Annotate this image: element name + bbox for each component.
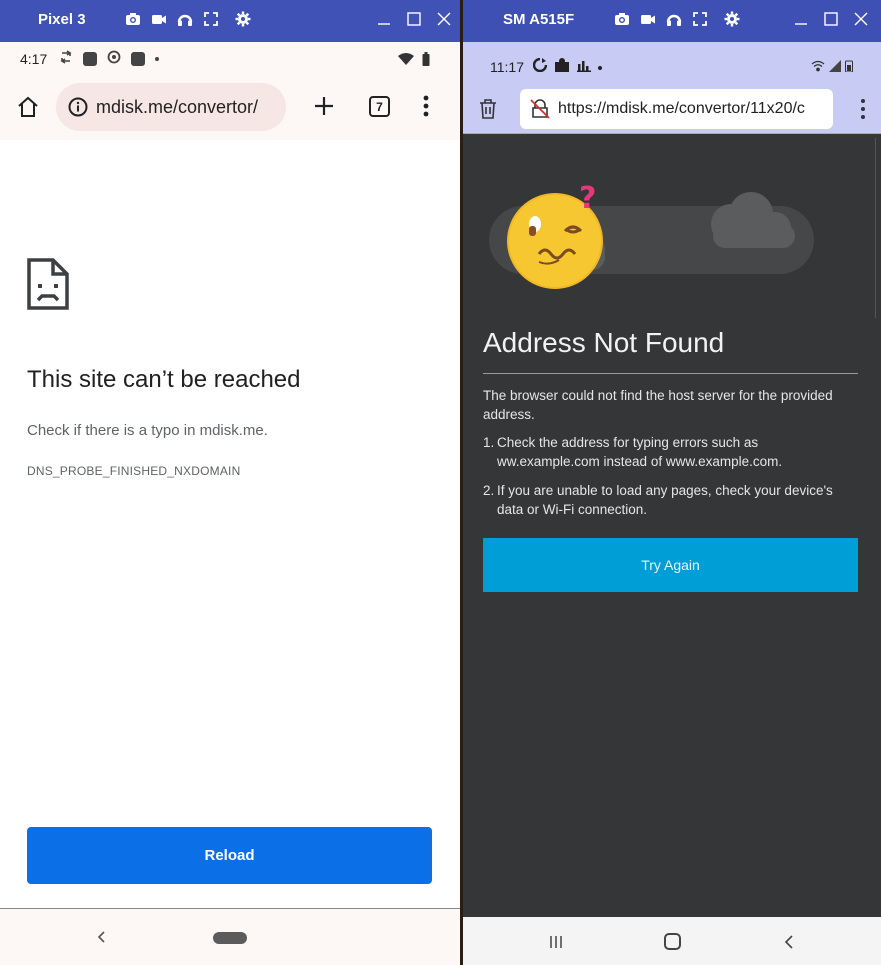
error-title: Address Not Found <box>483 327 725 358</box>
error-title: This site can’t be reached <box>27 366 301 393</box>
samsung-device-window: SM A515F 11:17 https://mdisk.me/converto… <box>463 0 881 965</box>
info-icon[interactable] <box>68 97 88 117</box>
error-code[interactable]: DNS_PROBE_FINISHED_NXDOMAIN <box>27 464 240 478</box>
status-right-icons <box>398 52 430 71</box>
status-time: 11:17 <box>490 59 524 75</box>
suggestion-item: 1. Check the address for typing errors s… <box>483 433 858 471</box>
new-tab-plus-icon[interactable] <box>312 94 336 118</box>
window-controls <box>793 8 869 30</box>
fullscreen-icon[interactable] <box>691 10 708 27</box>
camera-icon[interactable] <box>124 10 141 27</box>
suggestion-text: Check the address for typing errors such… <box>497 435 783 469</box>
error-page: This site can’t be reached Check if ther… <box>0 140 460 908</box>
battery-icon <box>422 52 430 71</box>
delete-data-icon[interactable] <box>478 98 498 120</box>
chrome-toolbar: mdisk.me/convertor/ 7 <box>0 76 460 140</box>
device-name: SM A515F <box>503 11 575 28</box>
window-controls <box>376 8 452 30</box>
close-icon[interactable] <box>436 8 452 30</box>
android-status-bar: 4:17 <box>0 42 460 76</box>
svg-text:?: ? <box>579 184 596 216</box>
suggestion-number: 2. <box>483 483 495 498</box>
overflow-menu-icon[interactable] <box>420 93 432 119</box>
android-status-bar: 11:17 <box>463 42 881 88</box>
confused-emoji-clouds-illustration: ? <box>489 184 814 289</box>
suggestion-number: 1. <box>483 435 495 450</box>
sad-page-icon <box>27 258 69 310</box>
sync-icon <box>59 49 73 69</box>
error-description: The browser could not find the host serv… <box>483 388 833 422</box>
app-notification-icon <box>83 52 98 66</box>
try-again-button[interactable]: Try Again <box>483 538 858 592</box>
page-scrollbar[interactable] <box>875 138 881 318</box>
url-text[interactable]: mdisk.me/convertor/ <box>96 97 258 118</box>
video-record-icon[interactable] <box>150 10 167 27</box>
desktop: Pixel 3 4:17 mdisk.me/convertor/ 7 This … <box>0 0 881 965</box>
url-text[interactable]: https://mdisk.me/convertor/11x20/c <box>558 100 805 118</box>
video-record-icon[interactable] <box>639 10 656 27</box>
more-notifications-dot <box>598 65 602 70</box>
error-page: ? Address Not Found The browser could no… <box>463 134 881 916</box>
wifi-icon <box>398 52 414 71</box>
headphones-icon[interactable] <box>176 10 193 27</box>
maximize-icon[interactable] <box>823 8 839 30</box>
app-icon <box>554 58 570 77</box>
settings-gear-icon[interactable] <box>723 10 740 27</box>
status-time: 4:17 <box>20 51 48 67</box>
suggestion-text: If you are unable to load any pages, che… <box>497 483 833 517</box>
back-icon[interactable] <box>783 933 795 951</box>
maximize-icon[interactable] <box>406 8 422 30</box>
close-icon[interactable] <box>853 8 869 30</box>
home-gesture-pill[interactable] <box>213 932 247 944</box>
pixel3-emulator-window: Pixel 3 4:17 mdisk.me/convertor/ 7 This … <box>0 0 460 965</box>
emulator-tools <box>124 10 251 27</box>
emulator-title-bar[interactable]: Pixel 3 <box>0 0 460 42</box>
android-nav-bar <box>463 917 881 965</box>
signal-icon <box>829 59 841 77</box>
address-bar[interactable]: https://mdisk.me/convertor/11x20/c <box>520 89 833 129</box>
error-message: Check if there is a typo in mdisk.me. <box>27 422 268 439</box>
settings-gear-icon[interactable] <box>234 10 251 27</box>
back-icon[interactable] <box>94 927 108 947</box>
reload-button[interactable]: Reload <box>27 827 432 884</box>
home-button[interactable] <box>664 933 681 950</box>
notification-icons <box>532 57 602 77</box>
shield-icon <box>107 50 121 69</box>
more-notifications-dot <box>155 57 160 61</box>
fullscreen-icon[interactable] <box>202 10 219 27</box>
suggestion-item: 2. If you are unable to load any pages, … <box>483 481 858 519</box>
insecure-lock-icon[interactable] <box>530 99 550 119</box>
android-nav-bar <box>0 908 460 965</box>
device-name: Pixel 3 <box>38 11 86 28</box>
overflow-menu-icon[interactable] <box>859 96 867 122</box>
app-notification-icon-2 <box>131 52 146 66</box>
browser-toolbar: https://mdisk.me/convertor/11x20/c <box>463 88 881 134</box>
status-right-icons <box>811 59 853 77</box>
tab-switcher-button[interactable]: 7 <box>369 96 390 117</box>
minimize-icon[interactable] <box>376 8 392 30</box>
title-divider <box>483 373 858 374</box>
headphones-icon[interactable] <box>665 10 682 27</box>
minimize-icon[interactable] <box>793 8 809 30</box>
device-tools <box>613 10 740 27</box>
notification-icons <box>59 49 160 69</box>
refresh-icon <box>532 57 548 77</box>
address-bar[interactable]: mdisk.me/convertor/ <box>56 83 286 131</box>
recent-apps-icon[interactable] <box>548 934 564 950</box>
home-icon[interactable] <box>16 95 40 119</box>
device-title-bar[interactable]: SM A515F <box>463 0 881 42</box>
camera-icon[interactable] <box>613 10 630 27</box>
chart-notification-icon <box>577 58 591 77</box>
wifi-icon <box>811 59 825 77</box>
battery-icon <box>845 59 853 77</box>
